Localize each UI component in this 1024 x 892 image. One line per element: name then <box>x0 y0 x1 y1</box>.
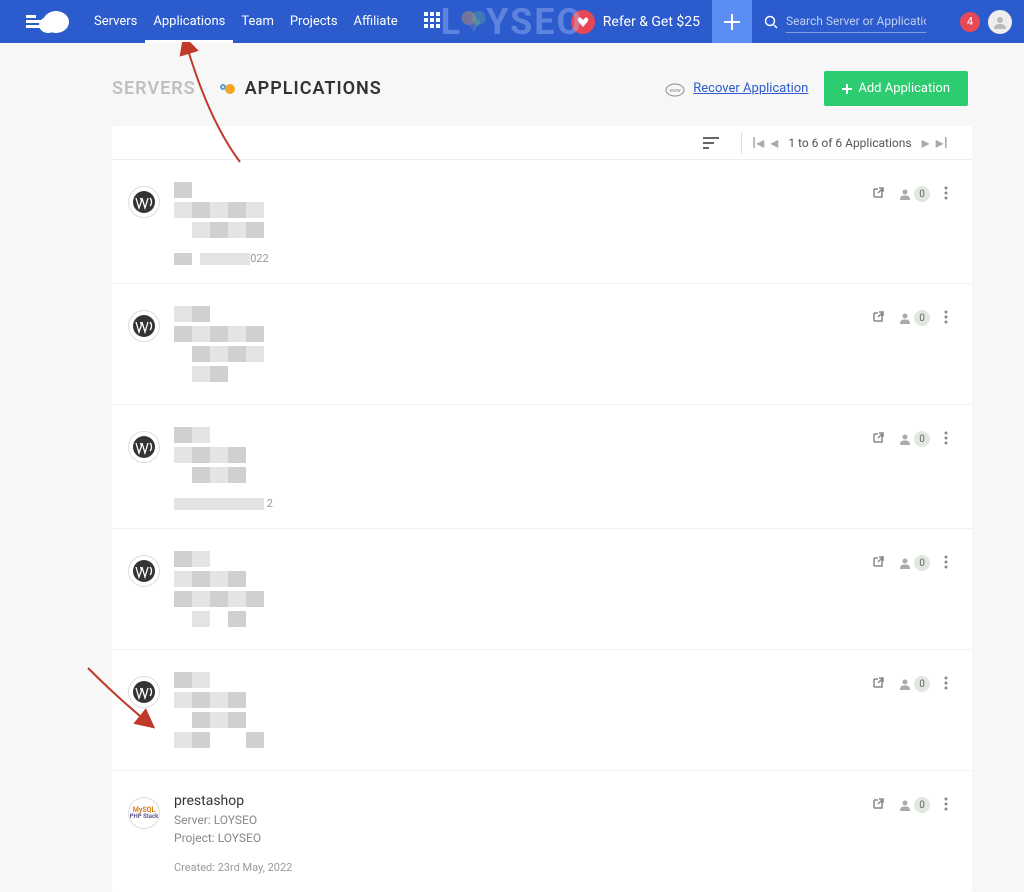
user-count: 0 <box>899 555 930 571</box>
add-button[interactable] <box>712 0 752 43</box>
user-icon <box>899 433 911 445</box>
user-count: 0 <box>899 797 930 813</box>
top-nav: Servers Applications Team Projects Affil… <box>0 0 1024 43</box>
search-input[interactable] <box>786 10 926 33</box>
plus-icon <box>724 14 740 30</box>
nav-affiliate[interactable]: Affiliate <box>346 0 406 43</box>
wordpress-icon <box>128 186 160 218</box>
user-icon <box>899 188 911 200</box>
tab-applications[interactable]: APPLICATIONS <box>220 78 382 99</box>
phpstack-icon: MySQL PHP Stack <box>128 797 160 829</box>
wordpress-icon <box>128 431 160 463</box>
add-application-button[interactable]: Add Application <box>824 71 968 106</box>
page-first-icon[interactable]: I◂ <box>752 133 764 152</box>
app-body <box>174 672 871 752</box>
tab-servers[interactable]: SERVERS <box>112 78 196 99</box>
wordpress-icon <box>128 310 160 342</box>
app-row[interactable]: 0 <box>112 650 972 771</box>
cloudways-logo-icon <box>26 10 70 34</box>
more-menu-icon[interactable] <box>944 797 948 811</box>
nav-team[interactable]: Team <box>233 0 282 43</box>
recover-application-link[interactable]: www Recover Application <box>665 79 808 99</box>
app-project: Project: LOYSEO <box>174 829 871 847</box>
user-count: 0 <box>899 310 930 326</box>
refer-label: Refer & Get $25 <box>603 14 700 30</box>
wordpress-icon <box>128 555 160 587</box>
nav-applications[interactable]: Applications <box>145 0 233 43</box>
applications-panel: I◂ ◂ 1 to 6 of 6 Applications ▸ ▸I 022 0 <box>112 126 972 892</box>
page-last-icon[interactable]: ▸I <box>936 133 948 152</box>
open-external-icon[interactable] <box>871 431 885 445</box>
status-dots <box>220 84 235 94</box>
page-info: 1 to 6 of 6 Applications <box>788 136 911 150</box>
app-row[interactable]: 022 0 <box>112 160 972 284</box>
app-row[interactable]: 0 <box>112 529 972 650</box>
app-body: 022 <box>174 182 871 265</box>
app-created: Created: 23rd May, 2022 <box>174 861 871 874</box>
sort-icon[interactable] <box>703 137 719 149</box>
refer-heart-icon <box>571 10 595 34</box>
more-menu-icon[interactable] <box>944 310 948 324</box>
www-icon: www <box>665 79 685 99</box>
app-body: prestashop Server: LOYSEO Project: LOYSE… <box>174 793 871 874</box>
app-row[interactable]: 0 <box>112 284 972 405</box>
user-count: 0 <box>899 186 930 202</box>
sub-header: SERVERS APPLICATIONS www Recover Applica… <box>0 43 1024 126</box>
more-menu-icon[interactable] <box>944 186 948 200</box>
user-icon <box>899 799 911 811</box>
wordpress-icon <box>128 676 160 708</box>
app-name: prestashop <box>174 793 871 809</box>
nav-projects[interactable]: Projects <box>282 0 346 43</box>
list-toolbar: I◂ ◂ 1 to 6 of 6 Applications ▸ ▸I <box>112 126 972 160</box>
app-body <box>174 306 871 386</box>
page-next-icon[interactable]: ▸ <box>922 133 930 152</box>
search-icon <box>764 15 778 29</box>
user-icon <box>899 312 911 324</box>
user-icon <box>993 15 1007 29</box>
pagination: I◂ ◂ 1 to 6 of 6 Applications ▸ ▸I <box>752 133 948 152</box>
plus-icon <box>842 84 852 94</box>
search-box <box>752 0 952 43</box>
user-avatar[interactable] <box>988 10 1012 34</box>
page-prev-icon[interactable]: ◂ <box>770 133 778 152</box>
more-menu-icon[interactable] <box>944 676 948 690</box>
open-external-icon[interactable] <box>871 186 885 200</box>
user-count: 0 <box>899 431 930 447</box>
apps-grid-icon[interactable] <box>424 12 440 32</box>
app-server: Server: LOYSEO <box>174 811 871 829</box>
user-icon <box>899 557 911 569</box>
notification-badge[interactable]: 4 <box>960 12 980 32</box>
nav-servers[interactable]: Servers <box>86 0 145 43</box>
more-menu-icon[interactable] <box>944 431 948 445</box>
open-external-icon[interactable] <box>871 310 885 324</box>
open-external-icon[interactable] <box>871 797 885 811</box>
app-body: 2 <box>174 427 871 510</box>
heart-icon <box>459 7 489 37</box>
user-icon <box>899 678 911 690</box>
refer-button[interactable]: Refer & Get $25 <box>559 10 712 34</box>
cloud-logo[interactable] <box>26 10 70 34</box>
more-menu-icon[interactable] <box>944 555 948 569</box>
open-external-icon[interactable] <box>871 676 885 690</box>
svg-text:www: www <box>670 88 682 94</box>
app-row-prestashop[interactable]: MySQL PHP Stack prestashop Server: LOYSE… <box>112 771 972 892</box>
nav-links: Servers Applications Team Projects Affil… <box>86 0 406 43</box>
app-row[interactable]: 2 0 <box>112 405 972 529</box>
user-count: 0 <box>899 676 930 692</box>
app-body <box>174 551 871 631</box>
open-external-icon[interactable] <box>871 555 885 569</box>
